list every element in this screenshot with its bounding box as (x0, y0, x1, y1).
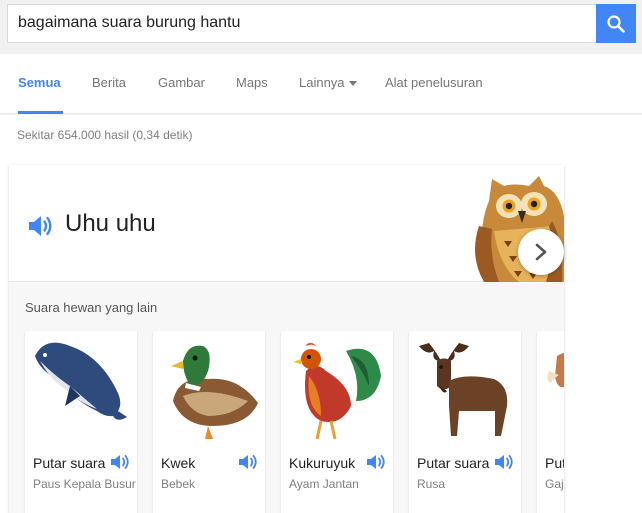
moose-icon (419, 343, 508, 436)
tab-semua[interactable]: Semua (18, 75, 61, 90)
whale-icon (35, 342, 127, 420)
result-stats: Sekitar 654.000 hasil (0,34 detik) (17, 128, 193, 142)
animal-sound-card: Uhu uhu Suara hewan yang lain Putar suar… (9, 165, 564, 513)
animal-name: Putar suara (545, 455, 564, 471)
search-query[interactable]: bagaimana suara burung hantu (18, 14, 240, 32)
answer-sound-text: Uhu uhu (65, 210, 156, 237)
animal-card-moose[interactable]: Putar suara Rusa (409, 331, 521, 513)
search-icon (607, 14, 625, 33)
animal-card-elephant[interactable]: Putar suara Gajah (537, 331, 564, 513)
animal-subtitle: Ayam Jantan (289, 477, 359, 491)
animal-name: Kwek (161, 455, 196, 471)
animal-subtitle: Bebek (161, 477, 196, 491)
tab-alat-penelusuran[interactable]: Alat penelusuran (385, 75, 483, 90)
search-button[interactable] (596, 4, 636, 43)
elephant-icon (547, 352, 564, 388)
active-tab-indicator (18, 111, 63, 114)
tab-berita[interactable]: Berita (92, 75, 126, 90)
animal-card-rooster[interactable]: Kukuruyuk Ayam Jantan (281, 331, 393, 513)
animal-subtitle: Gajah (545, 477, 564, 491)
search-input[interactable]: bagaimana suara burung hantu (7, 4, 596, 43)
tab-gambar[interactable]: Gambar (158, 75, 205, 90)
duck-icon (171, 345, 258, 439)
chevron-down-icon (348, 81, 357, 87)
search-bar: bagaimana suara burung hantu (0, 0, 642, 54)
animal-name: Putar suara (33, 455, 106, 471)
tab-lainnya[interactable]: Lainnya (299, 75, 357, 90)
other-sounds-section: Suara hewan yang lain Putar suara Paus K… (9, 283, 564, 513)
tab-maps[interactable]: Maps (236, 75, 268, 90)
animal-subtitle: Rusa (417, 477, 446, 491)
speaker-icon[interactable] (494, 452, 516, 472)
speaker-icon[interactable] (110, 452, 132, 472)
search-tabs: Semua Berita Gambar Maps Lainnya Alat pe… (0, 54, 642, 114)
animal-name: Kukuruyuk (289, 455, 356, 471)
speaker-icon[interactable] (27, 213, 55, 239)
chevron-right-icon (535, 243, 547, 261)
animal-subtitle: Paus Kepala Busur (33, 477, 136, 491)
animal-name: Putar suara (417, 455, 490, 471)
speaker-icon[interactable] (366, 452, 388, 472)
tab-lainnya-label: Lainnya (299, 75, 345, 90)
animal-card-whale[interactable]: Putar suara Paus Kepala Busur (25, 331, 137, 513)
carousel-next-button[interactable] (518, 229, 564, 275)
speaker-icon[interactable] (238, 452, 260, 472)
other-sounds-label: Suara hewan yang lain (25, 300, 158, 315)
rooster-icon (293, 342, 381, 440)
answer-section: Uhu uhu (9, 165, 564, 282)
animal-card-duck[interactable]: Kwek Bebek (153, 331, 265, 513)
